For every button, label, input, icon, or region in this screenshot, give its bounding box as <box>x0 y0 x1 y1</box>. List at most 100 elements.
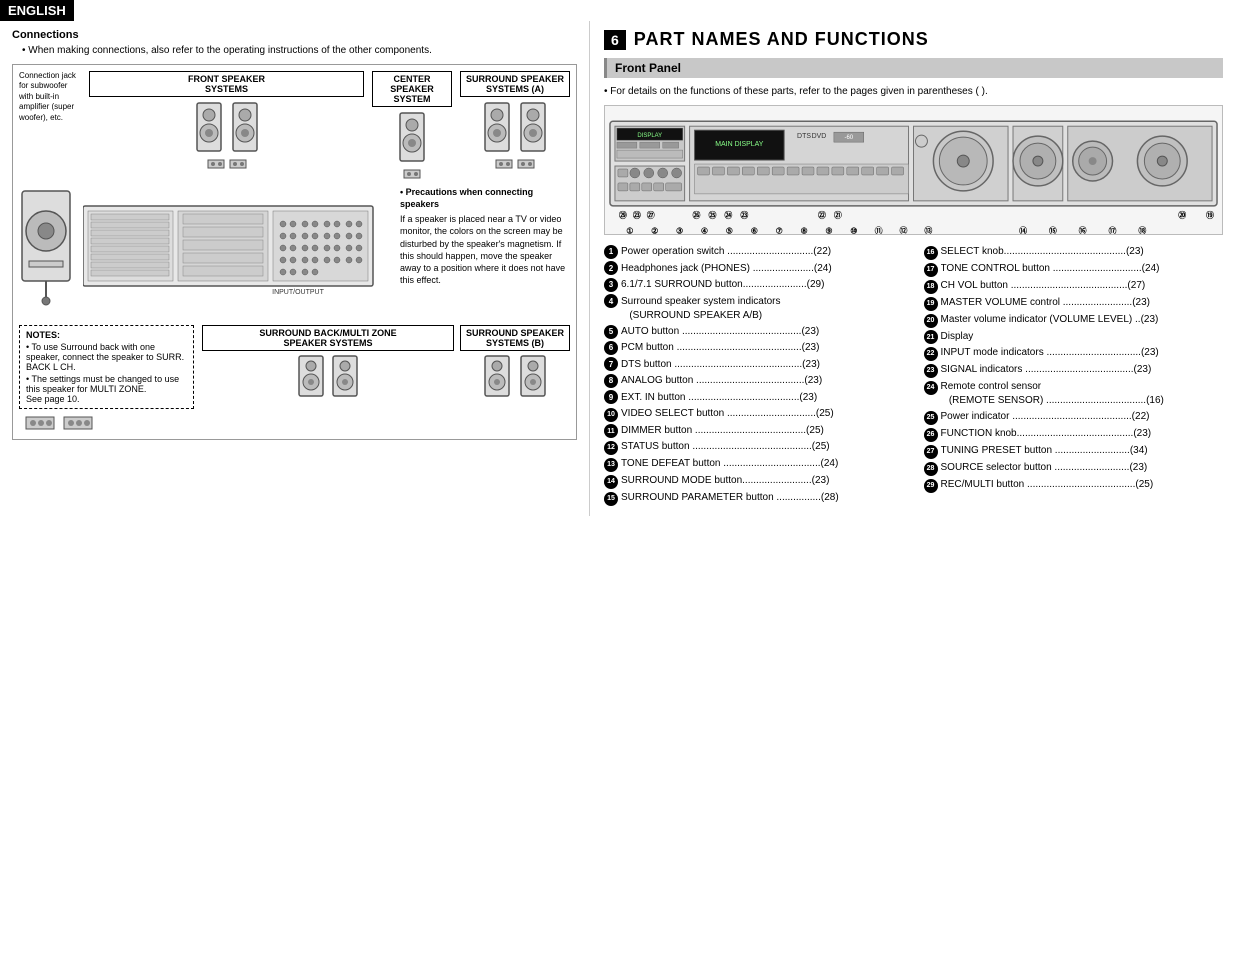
func-item-2: 2 Headphones jack (PHONES) .............… <box>604 261 904 275</box>
func-num-1: 1 <box>604 245 618 259</box>
func-num-15: 15 <box>604 492 618 506</box>
section-title: PART NAMES AND FUNCTIONS <box>634 29 929 50</box>
svg-text:⑱: ⑱ <box>1138 226 1146 235</box>
english-header: ENGLISH <box>0 0 74 21</box>
svg-text:⑪: ⑪ <box>875 226 883 235</box>
func-item-20: 20 Master volume indicator (VOLUME LEVEL… <box>924 313 1224 328</box>
svg-text:⑩: ⑩ <box>850 227 857 235</box>
front-terminal-left <box>207 158 225 170</box>
func-num-10: 10 <box>604 408 618 422</box>
func-label-4: Surround speaker system indicators (SURR… <box>621 295 904 323</box>
func-item-23: 23 SIGNAL indicators ...................… <box>924 363 1224 378</box>
func-num-8: 8 <box>604 374 618 388</box>
front-speaker-icon-right <box>231 101 259 156</box>
notes-title: NOTES: <box>26 330 187 340</box>
func-label-28: SOURCE selector button .................… <box>941 461 1224 475</box>
section-header: 6 PART NAMES AND FUNCTIONS <box>604 29 1223 50</box>
svg-text:㉖: ㉖ <box>693 210 701 220</box>
func-num-23: 23 <box>924 364 938 378</box>
func-label-1: Power operation switch .................… <box>621 245 904 259</box>
func-item-8: 8 ANALOG button ........................… <box>604 374 904 388</box>
func-num-24: 24 <box>924 381 938 395</box>
func-num-22: 22 <box>924 347 938 361</box>
func-item-9: 9 EXT. IN button .......................… <box>604 390 904 404</box>
func-label-11: DIMMER button ..........................… <box>621 424 904 438</box>
func-label-21: Display <box>941 330 1224 344</box>
svg-text:②: ② <box>651 227 658 235</box>
svg-text:⑬: ⑬ <box>924 226 932 235</box>
func-num-27: 27 <box>924 445 938 459</box>
svg-text:㉔: ㉔ <box>724 210 732 220</box>
func-item-26: 26 FUNCTION knob........................… <box>924 427 1224 442</box>
func-item-29: 29 REC/MULTI button ....................… <box>924 478 1224 493</box>
svg-text:⑧: ⑧ <box>800 227 807 235</box>
surround-a-icon-left <box>483 101 511 156</box>
func-label-25: Power indicator ........................… <box>941 410 1224 424</box>
svg-text:㉓: ㉓ <box>633 210 641 220</box>
note-terminal-2 <box>63 413 93 433</box>
func-label-9: EXT. IN button .........................… <box>621 391 904 405</box>
surround-speaker-box-b: SURROUND SPEAKERSYSTEMS (B) <box>460 325 570 399</box>
svg-text:①: ① <box>626 227 633 235</box>
func-item-3: 3 6.1/7.1 SURROUND button...............… <box>604 278 904 292</box>
func-num-14: 14 <box>604 475 618 489</box>
func-label-13: TONE DEFEAT button .....................… <box>621 457 904 471</box>
functions-right-col: 16 SELECT knob..........................… <box>924 245 1224 508</box>
func-label-12: STATUS button ..........................… <box>621 440 904 454</box>
func-num-5: 5 <box>604 325 618 339</box>
func-num-17: 17 <box>924 263 938 277</box>
diagram-area: Connection jack for subwoofer with built… <box>12 64 577 440</box>
func-label-18: CH VOL button ..........................… <box>941 279 1224 293</box>
svg-text:③: ③ <box>676 227 683 235</box>
svg-text:㉗: ㉗ <box>647 210 655 220</box>
left-panel: Connections • When making connections, a… <box>0 21 590 516</box>
func-item-11: 11 DIMMER button .......................… <box>604 424 904 439</box>
func-num-9: 9 <box>604 390 618 404</box>
svg-text:-60: -60 <box>844 135 853 141</box>
func-num-20: 20 <box>924 314 938 328</box>
surr-b-icon-left <box>483 354 511 399</box>
svg-text:DVD: DVD <box>812 133 827 140</box>
surround-a-icon-right <box>519 101 547 156</box>
func-item-6: 6 PCM button ...........................… <box>604 341 904 355</box>
func-item-1: 1 Power operation switch ...............… <box>604 245 904 259</box>
svg-text:⑮: ⑮ <box>1049 226 1057 235</box>
center-terminal <box>403 168 421 180</box>
func-item-27: 27 TUNING PRESET button ................… <box>924 444 1224 459</box>
func-item-10: 10 VIDEO SELECT button .................… <box>604 407 904 422</box>
func-label-16: SELECT knob.............................… <box>941 245 1224 259</box>
precautions-title: • Precautions when connecting speakers <box>400 186 570 210</box>
svg-text:④: ④ <box>701 227 708 235</box>
func-label-24: Remote control sensor (REMOTE SENSOR) ..… <box>941 380 1224 408</box>
func-num-12: 12 <box>604 441 618 455</box>
connections-bullet: • When making connections, also refer to… <box>12 45 577 56</box>
func-item-13: 13 TONE DEFEAT button ..................… <box>604 457 904 472</box>
subwoofer-icon <box>19 186 77 319</box>
func-item-15: 15 SURROUND PARAMETER button ...........… <box>604 491 904 506</box>
svg-text:⑥: ⑥ <box>751 227 758 235</box>
func-num-19: 19 <box>924 297 938 311</box>
func-label-6: PCM button .............................… <box>621 341 904 355</box>
func-label-7: DTS button .............................… <box>621 358 904 372</box>
func-label-22: INPUT mode indicators ..................… <box>941 346 1224 360</box>
func-num-29: 29 <box>924 479 938 493</box>
front-panel-diagram: DISPLAY <box>604 105 1223 235</box>
func-num-3: 3 <box>604 278 618 292</box>
func-label-15: SURROUND PARAMETER button ..............… <box>621 491 904 505</box>
func-num-6: 6 <box>604 341 618 355</box>
svg-text:㉑: ㉑ <box>834 210 842 220</box>
func-item-4: 4 Surround speaker system indicators (SU… <box>604 294 904 322</box>
func-label-29: REC/MULTI button .......................… <box>941 478 1224 492</box>
front-terminal-right <box>229 158 247 170</box>
func-label-3: 6.1/7.1 SURROUND button.................… <box>621 278 904 292</box>
func-label-14: SURROUND MODE button....................… <box>621 474 904 488</box>
func-item-21: 21 Display <box>924 330 1224 345</box>
func-label-8: ANALOG button ..........................… <box>621 374 904 388</box>
func-item-14: 14 SURROUND MODE button.................… <box>604 474 904 489</box>
func-label-27: TUNING PRESET button ...................… <box>941 444 1224 458</box>
func-num-11: 11 <box>604 424 618 438</box>
right-panel: 6 PART NAMES AND FUNCTIONS Front Panel •… <box>590 21 1237 516</box>
func-label-26: FUNCTION knob...........................… <box>941 427 1224 441</box>
svg-text:MAIN DISPLAY: MAIN DISPLAY <box>715 141 764 148</box>
func-item-19: 19 MASTER VOLUME control ...............… <box>924 296 1224 311</box>
